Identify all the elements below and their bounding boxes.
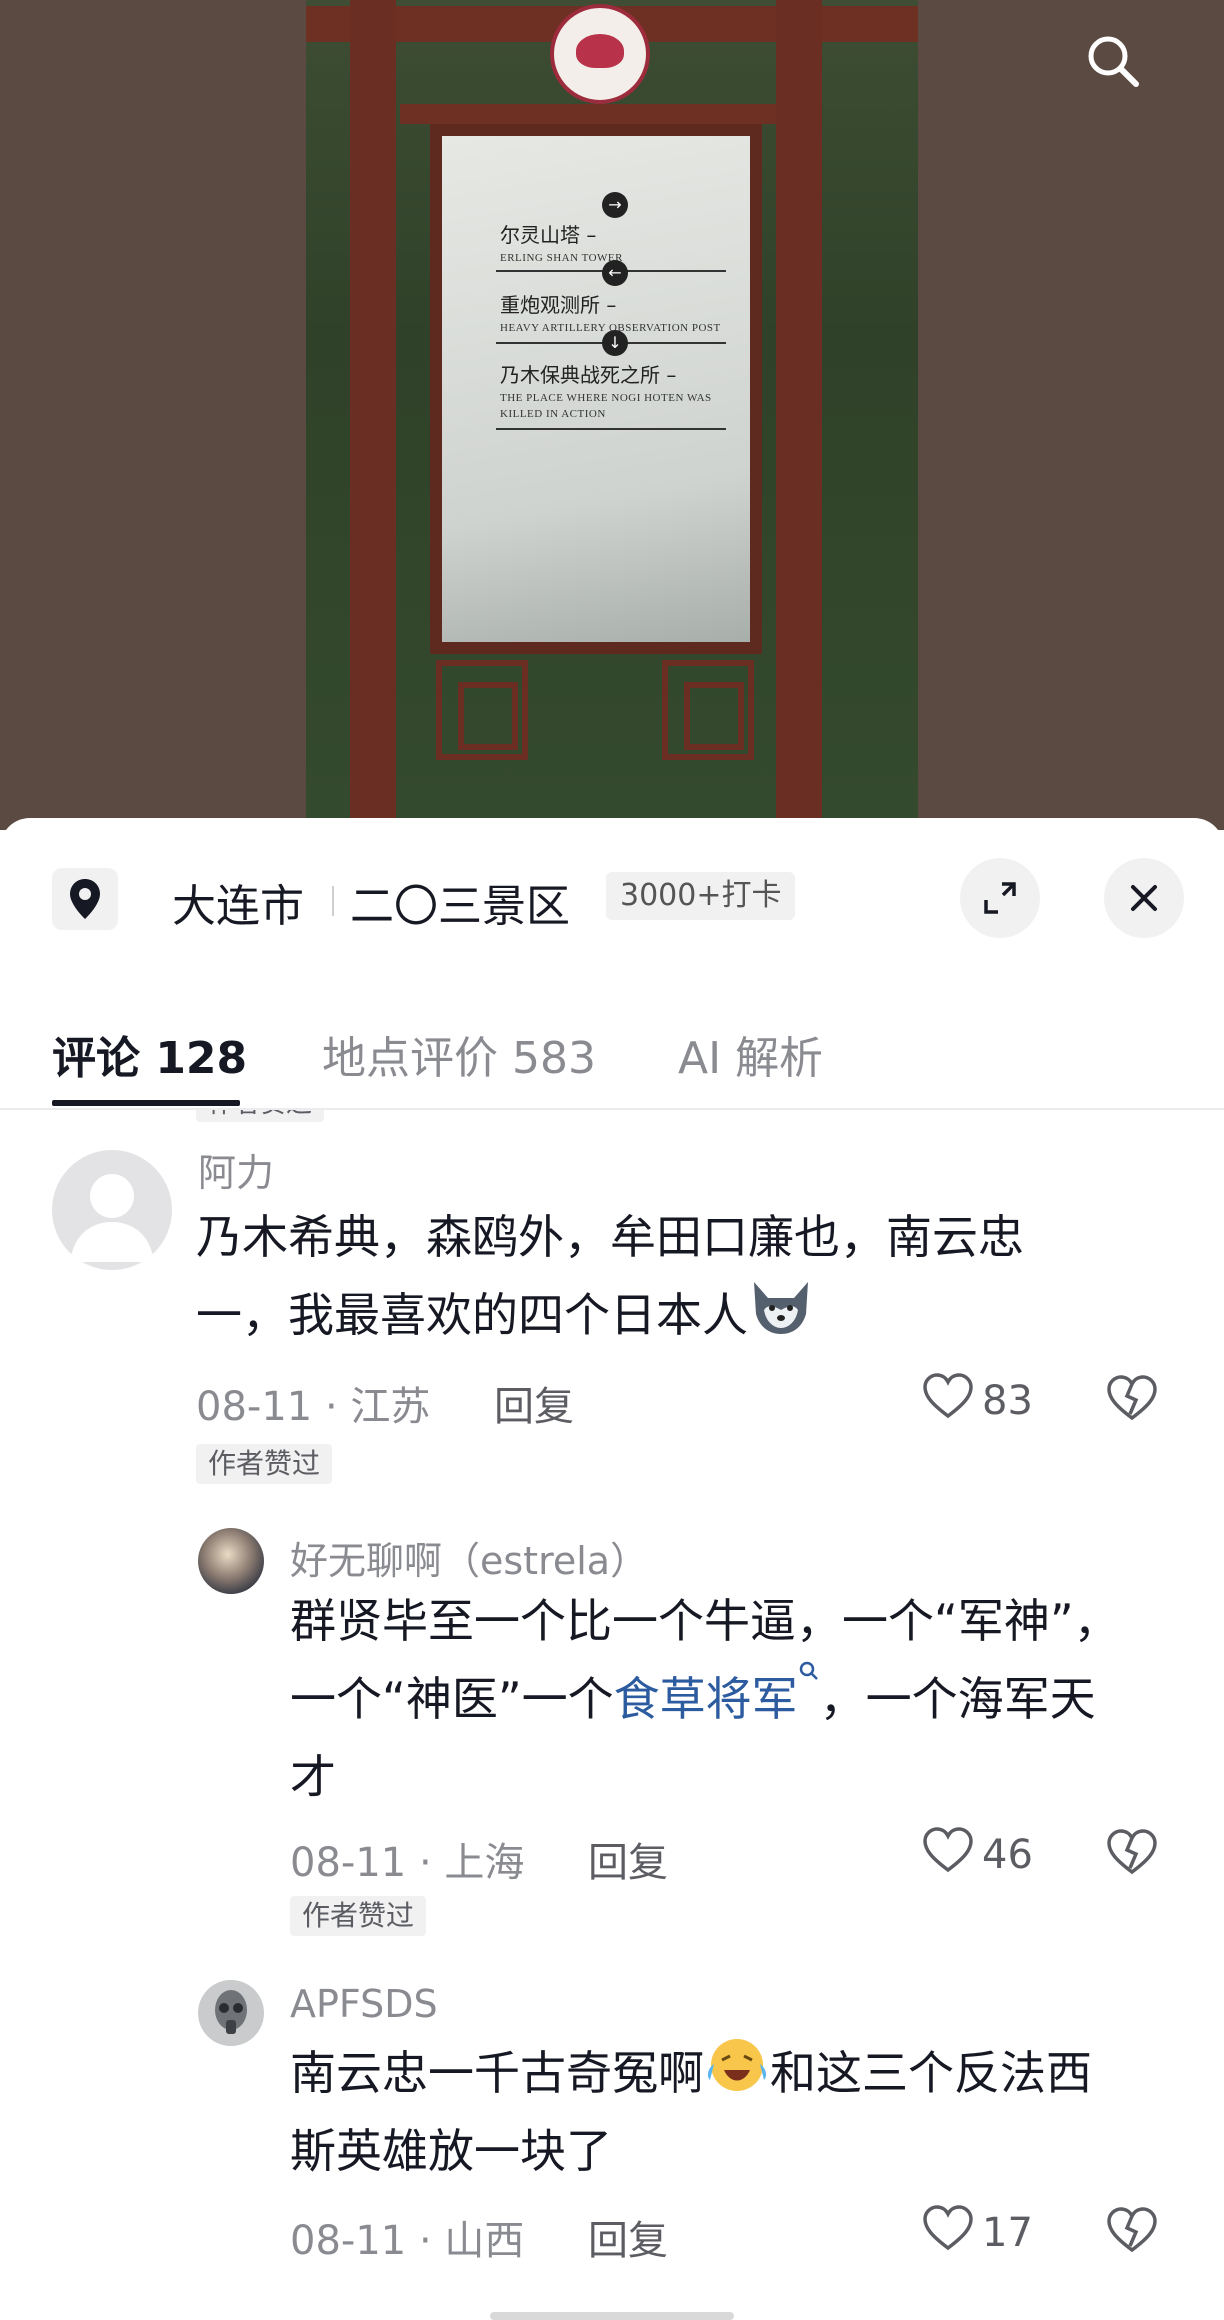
comments-sheet: 大连市 二〇三景区 3000+打卡 评论 128 地点评价 583 AI 解析 … — [0, 818, 1224, 2320]
sign-line1-en: ERLING SHAN TOWER — [500, 252, 623, 264]
tab-place-reviews[interactable]: 地点评价 583 — [322, 1022, 596, 1086]
scenic-area-logo — [550, 4, 650, 104]
sign-cross-beam — [400, 104, 776, 124]
home-indicator[interactable] — [490, 2312, 734, 2320]
signpost-photo: → 尔灵山塔 – ERLING SHAN TOWER ← 重炮观测所 – HEA… — [306, 0, 918, 830]
heart-icon — [922, 1826, 974, 1884]
sign-line3-cn: 乃木保典战死之所 – — [500, 363, 677, 387]
broken-heart-icon[interactable] — [1106, 1828, 1158, 1880]
sign-lattice-left — [436, 660, 528, 760]
search-small-icon — [798, 1661, 820, 1726]
location-header: 大连市 二〇三景区 3000+打卡 — [0, 818, 1224, 978]
sign-line1-cn: 尔灵山塔 – — [500, 223, 597, 247]
comment-username[interactable]: 好无聊啊（estrela） — [290, 1530, 648, 1585]
broken-heart-icon[interactable] — [1106, 1374, 1158, 1426]
comment-text-line: 南云忠一千古奇冤啊 和这三个反法西 — [290, 2034, 1092, 2119]
comment-username[interactable]: 阿力 — [198, 1142, 274, 1197]
like-count: 83 — [982, 1378, 1033, 1424]
sign-line3-en-a: THE PLACE WHERE NOGI HOTEN WAS — [500, 392, 712, 404]
author-liked-badge: 作者赞过 — [196, 1444, 333, 1484]
reply-button[interactable]: 回复 — [588, 1830, 668, 1888]
heart-icon — [922, 1372, 974, 1430]
comment-text-line: 群贤毕至一个比一个牛逼，一个“军神”， — [290, 1594, 1120, 1648]
location-separator — [332, 886, 334, 916]
comment-username[interactable]: APFSDS — [290, 1982, 438, 2026]
post-photo-area[interactable]: → 尔灵山塔 – ERLING SHAN TOWER ← 重炮观测所 – HEA… — [0, 0, 1224, 830]
location-pin-icon[interactable] — [52, 868, 118, 930]
comment-list[interactable]: 作者赞过 阿力 乃木希典，森鸥外，牟田口廉也，南云忠 一，我最喜欢的四个日本人 … — [0, 1110, 1224, 2320]
tab-active-indicator — [52, 1100, 240, 1106]
search-link[interactable]: 食草将军 — [614, 1661, 820, 1726]
arrow-down-icon: ↓ — [602, 330, 628, 356]
close-icon[interactable] — [1104, 858, 1184, 938]
comment-date-region: 08-11 · 山西 — [290, 2218, 525, 2264]
like-count: 46 — [982, 1832, 1033, 1878]
location-city[interactable]: 大连市 — [172, 870, 304, 934]
expand-icon[interactable] — [960, 858, 1040, 938]
sign-board: → 尔灵山塔 – ERLING SHAN TOWER ← 重炮观测所 – HEA… — [430, 124, 762, 654]
location-place[interactable]: 二〇三景区 — [350, 870, 570, 934]
like-button[interactable]: 17 — [922, 2204, 1033, 2262]
sign-right-post — [776, 0, 822, 830]
comment-text-line: 乃木希典，森鸥外，牟田口廉也，南云忠 — [196, 1210, 1024, 1264]
sign-left-post — [350, 0, 396, 830]
comment-text-line: 一个“神医”一个食草将军 ，一个海军天 — [290, 1660, 1096, 1738]
avatar[interactable] — [52, 1150, 172, 1270]
avatar[interactable] — [198, 1528, 264, 1594]
comment-text-line: 斯英雄放一块了 — [290, 2124, 612, 2178]
sign-line3-en-b: KILLED IN ACTION — [500, 408, 606, 420]
comment-text-line: 才 — [290, 1750, 336, 1804]
tab-comments[interactable]: 评论 128 — [52, 1022, 247, 1086]
like-button[interactable]: 46 — [922, 1826, 1033, 1884]
sign-divider — [496, 428, 726, 430]
tab-bar: 评论 128 地点评价 583 AI 解析 — [0, 978, 1224, 1110]
wolf-emoji-icon — [748, 1276, 814, 1361]
like-button[interactable]: 83 — [922, 1372, 1033, 1430]
like-count: 17 — [982, 2210, 1033, 2256]
search-icon[interactable] — [1086, 34, 1140, 88]
checkin-count-badge: 3000+打卡 — [606, 872, 796, 920]
author-liked-badge: 作者赞过 — [196, 1110, 325, 1122]
broken-heart-icon[interactable] — [1106, 2206, 1158, 2258]
tab-ai-analysis[interactable]: AI 解析 — [678, 1022, 823, 1086]
avatar[interactable] — [198, 1980, 264, 2046]
arrow-right-icon: → — [602, 192, 628, 218]
reply-button[interactable]: 回复 — [494, 1374, 574, 1432]
crying-laughing-emoji-icon — [704, 2034, 770, 2119]
author-liked-badge: 作者赞过 — [290, 1896, 427, 1936]
heart-icon — [922, 2204, 974, 2262]
sign-lattice-right — [662, 660, 754, 760]
comment-date-region: 08-11 · 上海 — [290, 1840, 525, 1886]
comment-date-region: 08-11 · 江苏 — [196, 1384, 431, 1430]
sign-line2-cn: 重炮观测所 – — [500, 293, 617, 317]
arrow-left-icon: ← — [602, 260, 628, 286]
comment-text-line: 一，我最喜欢的四个日本人 — [196, 1276, 814, 1361]
reply-button[interactable]: 回复 — [588, 2208, 668, 2266]
